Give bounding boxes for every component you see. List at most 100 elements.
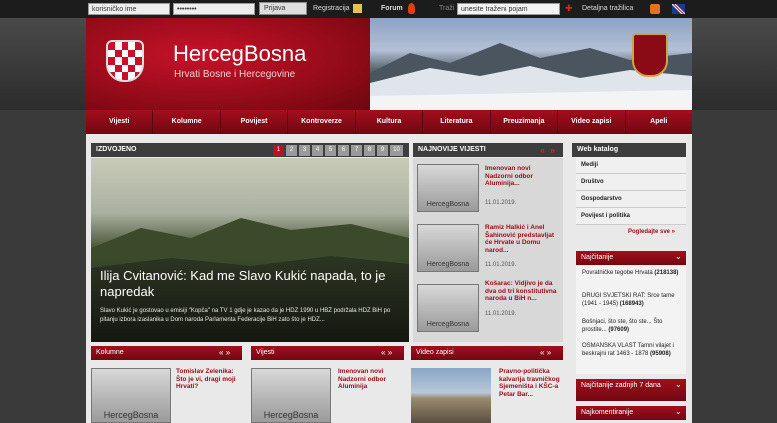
prev-arrow-icon[interactable]: « [540, 145, 545, 155]
next-arrow-icon[interactable]: » [550, 145, 555, 155]
nav-item-literatura[interactable]: Literatura [423, 110, 491, 134]
vijesti-arrows: « » [381, 346, 392, 360]
latest-item-date: 11.01.2019. [485, 311, 517, 317]
page-button[interactable]: 5 [325, 145, 336, 156]
main-nav: Vijesti Kolumne Povijest Kontroverze Kul… [86, 110, 692, 134]
news-thumbnail[interactable]: HercegBosna [417, 224, 479, 272]
most-read-list: Povratničke tegobe Hrvata (218138) DRUGI… [576, 266, 686, 374]
page-button[interactable]: 6 [338, 145, 349, 156]
next-arrow-icon[interactable]: » [226, 348, 230, 357]
featured-heading: IZDVOJENO [96, 146, 137, 153]
nav-item-video-zapisi[interactable]: Video zapisi [558, 110, 626, 134]
nav-item-apeli[interactable]: Apeli [626, 110, 692, 134]
site-title[interactable]: HercegBosna [173, 42, 306, 66]
nav-item-kultura[interactable]: Kultura [356, 110, 424, 134]
brand-area[interactable]: HercegBosna Hrvati Bosne i Hercegovine [86, 18, 370, 110]
page-button[interactable]: 7 [351, 145, 362, 156]
video-heading[interactable]: Video zapisi [416, 349, 454, 356]
advanced-search-link[interactable]: Detaljna tražilica [582, 0, 633, 18]
chevron-down-icon[interactable]: ⌄ [675, 252, 682, 261]
search-label: Traži [439, 5, 455, 12]
most-commented-header[interactable]: Najkomentiranije [576, 406, 686, 420]
forum-icon [408, 3, 415, 14]
catalog-header: Web katalog [572, 143, 686, 157]
chevron-down-icon[interactable]: ⌄ [675, 407, 682, 416]
catalog-item[interactable]: Mediji [576, 157, 686, 174]
most-read-7days-header[interactable]: Najčitanije zadnjih 7 dana [576, 379, 686, 401]
most-read-item[interactable]: Bošnjaci, što ste, što ste... Što prosti… [582, 319, 682, 334]
vijesti-item-title[interactable]: Imenovan novi Nadzorni odbor Aluminija [338, 368, 404, 391]
english-flag-icon[interactable] [672, 4, 685, 14]
thumbnail-logo-text: HercegBosna [263, 410, 319, 420]
latest-item-title[interactable]: Košarac: Vidjivo je da dva od tri konsti… [485, 280, 557, 303]
news-thumbnail[interactable]: HercegBosna [417, 284, 479, 332]
most-read-count: (168943) [619, 300, 644, 307]
kolumne-thumbnail[interactable]: HercegBosna [91, 368, 171, 423]
coat-of-arms-icon [632, 33, 668, 77]
latest-item-date: 11.01.2019. [485, 262, 517, 268]
chevron-down-icon[interactable]: ⌄ [675, 380, 682, 389]
pencil-icon [353, 4, 362, 13]
most-commented-heading: Najkomentiranije [581, 409, 634, 416]
latest-item-title[interactable]: Imenovan novi Nadzorni odbor Aluminija..… [485, 165, 557, 188]
nav-item-kontroverze[interactable]: Kontroverze [288, 110, 356, 134]
checkered-shield-logo [106, 40, 144, 82]
most-read-item[interactable]: OSMANSKA VLAST Tamni vilajet i beskrajni… [582, 343, 682, 358]
username-input[interactable]: korisničko ime [88, 3, 170, 15]
page-button[interactable]: 10 [390, 145, 403, 156]
catalog-item[interactable]: Povijest i politika [576, 208, 686, 225]
next-arrow-icon[interactable]: » [388, 348, 392, 357]
video-thumbnail[interactable] [411, 368, 491, 423]
prev-arrow-icon[interactable]: « [540, 348, 544, 357]
rss-icon[interactable] [650, 4, 660, 14]
catalog-list: Mediji Društvo Gospodarstvo Povijest i p… [576, 157, 686, 225]
prev-arrow-icon[interactable]: « [381, 348, 385, 357]
most-read-7days-heading: Najčitanije zadnjih 7 dana [581, 382, 661, 389]
news-thumbnail[interactable]: HercegBosna [417, 164, 479, 212]
page-button[interactable]: 8 [364, 145, 375, 156]
login-button[interactable]: Prijava [259, 2, 307, 15]
site-subtitle: Hrvati Bosne i Hercegovine [174, 69, 296, 80]
plus-icon[interactable]: ✚ [565, 4, 573, 13]
featured-headline[interactable]: Ilija Cvitanović: Kad me Slavo Kukić nap… [100, 268, 400, 300]
most-read-item[interactable]: DRUGI SVJETSKI RAT: Srce tame (1941 - 19… [582, 293, 682, 308]
page-button[interactable]: 1 [273, 145, 284, 156]
search-input[interactable]: unesite traženi pojam [457, 3, 560, 15]
vijesti-heading[interactable]: Vijesti [256, 349, 275, 356]
password-input[interactable]: •••••••• [173, 3, 255, 15]
nav-item-kolumne[interactable]: Kolumne [153, 110, 221, 134]
next-arrow-icon[interactable]: » [547, 348, 551, 357]
most-read-title[interactable]: Povratničke tegobe Hrvata [582, 270, 653, 276]
featured-pagination: 1 2 3 4 5 6 7 8 9 10 [271, 144, 403, 156]
most-read-header[interactable]: Najčitanije [576, 251, 686, 265]
catalog-item[interactable]: Društvo [576, 174, 686, 191]
latest-item-date: 11.01.2019. [485, 200, 517, 206]
see-all-link[interactable]: Pogledajte sve » [628, 229, 675, 235]
nav-item-povijest[interactable]: Povijest [221, 110, 289, 134]
catalog-item[interactable]: Gospodarstvo [576, 191, 686, 208]
kolumne-arrows: « » [219, 346, 230, 360]
forum-link[interactable]: Forum [381, 0, 403, 18]
latest-item-title[interactable]: Ramiz Halkić i Anel Šahinović predstavlj… [485, 224, 557, 254]
page-button[interactable]: 4 [312, 145, 323, 156]
page-button[interactable]: 3 [299, 145, 310, 156]
page-button[interactable]: 9 [377, 145, 388, 156]
nav-item-vijesti[interactable]: Vijesti [86, 110, 154, 134]
kolumne-item-title[interactable]: Tomislav Zelenika: Što je vi, dragi moji… [176, 368, 242, 391]
register-link[interactable]: Registracija [313, 0, 350, 18]
most-read-item[interactable]: Povratničke tegobe Hrvata (218138) [582, 270, 682, 278]
nav-item-preuzimanja[interactable]: Preuzimanja [491, 110, 559, 134]
video-item-title[interactable]: Pravno-politička kalvarija travničkog Sj… [499, 368, 561, 398]
vijesti-thumbnail[interactable]: HercegBosna [251, 368, 331, 423]
top-bar: korisničko ime •••••••• Prijava Registra… [0, 0, 777, 18]
kolumne-heading[interactable]: Kolumne [96, 349, 124, 356]
most-read-count: (218138) [654, 270, 679, 276]
latest-list: HercegBosna Imenovan novi Nadzorni odbor… [413, 158, 563, 342]
prev-arrow-icon[interactable]: « [219, 348, 223, 357]
thumbnail-logo-text: HercegBosna [426, 321, 470, 328]
most-read-count: (95908) [650, 350, 671, 357]
thumbnail-logo-text: HercegBosna [426, 261, 470, 268]
most-read-heading: Najčitanije [581, 254, 614, 261]
featured-summary: Slavo Kukić je gostovao u emisiji "Kopča… [100, 308, 391, 323]
page-button[interactable]: 2 [286, 145, 297, 156]
